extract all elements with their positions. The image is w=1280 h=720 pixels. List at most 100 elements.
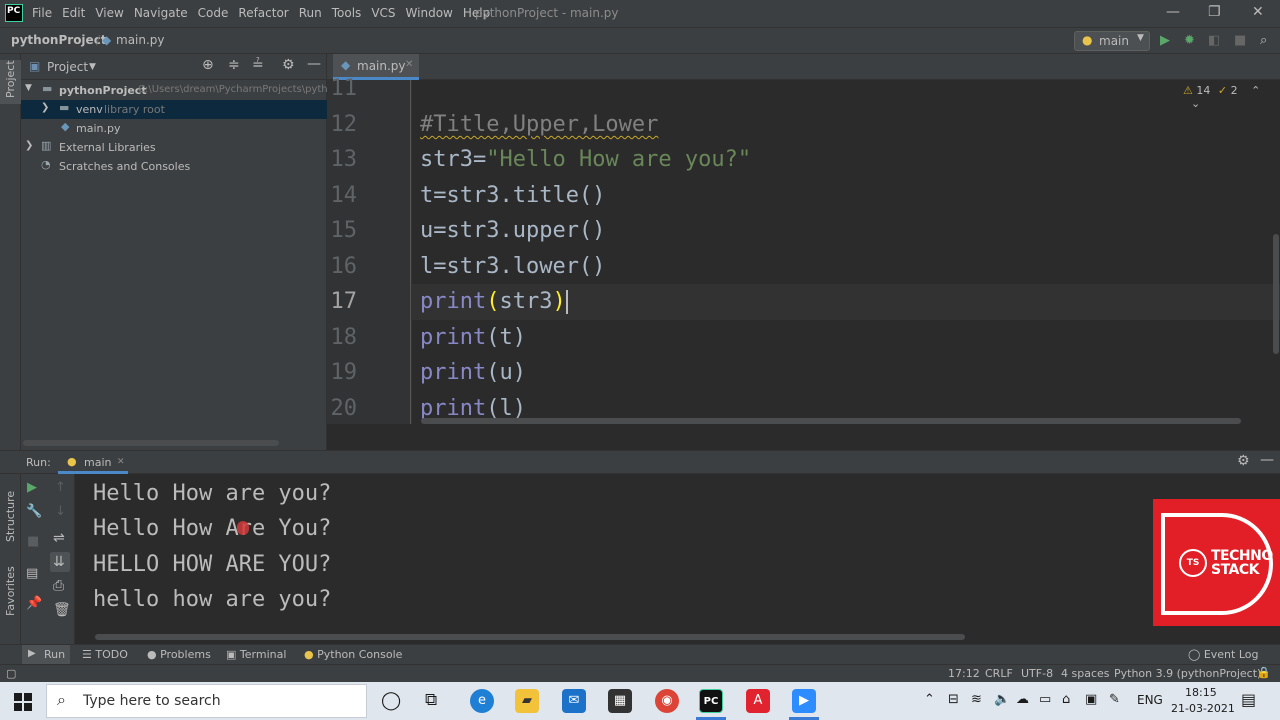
clock-time[interactable]: 18:15 bbox=[1185, 686, 1217, 699]
collapse-all-icon[interactable]: ≟ bbox=[252, 57, 264, 73]
menu-file[interactable]: File bbox=[32, 6, 52, 20]
menu-vcs[interactable]: VCS bbox=[371, 6, 395, 20]
chevron-up-icon[interactable]: ⌃ bbox=[1251, 84, 1260, 97]
tab-problems[interactable]: ● Problems bbox=[147, 648, 211, 661]
chevron-down-icon[interactable]: ⌄ bbox=[1191, 97, 1200, 110]
hide-panel-icon[interactable]: — bbox=[307, 56, 321, 72]
file-encoding[interactable]: UTF-8 bbox=[1021, 667, 1053, 680]
show-hidden-icons-icon[interactable]: ⌃ bbox=[924, 692, 935, 707]
pen-icon[interactable]: ✎ bbox=[1109, 692, 1120, 707]
code-line[interactable]: l=str3.lower() bbox=[420, 254, 605, 279]
security-icon[interactable]: ▣ bbox=[1085, 692, 1097, 707]
wrench-icon[interactable]: 🔧 bbox=[26, 504, 42, 519]
pin-icon[interactable]: 📌 bbox=[26, 596, 42, 611]
run-icon[interactable]: ▶ bbox=[1160, 33, 1170, 48]
gear-icon[interactable]: ⚙ bbox=[1237, 453, 1250, 469]
minimize-icon[interactable]: — bbox=[1166, 4, 1180, 20]
mail-icon[interactable]: ✉ bbox=[562, 689, 586, 713]
code-line[interactable]: print(t) bbox=[420, 325, 526, 350]
network-icon[interactable]: ⌂ bbox=[1062, 692, 1070, 707]
cortana-icon[interactable]: ◯ bbox=[381, 690, 401, 711]
locate-file-icon[interactable]: ⊕ bbox=[202, 57, 214, 73]
menu-navigate[interactable]: Navigate bbox=[134, 6, 188, 20]
windows-start-icon[interactable] bbox=[14, 693, 32, 711]
tray-app-icon[interactable]: ⊟ bbox=[948, 692, 959, 707]
tree-item-venv[interactable]: ❯ ▬ venv library root bbox=[21, 100, 327, 119]
menu-view[interactable]: View bbox=[95, 6, 123, 20]
toggle-tool-windows-icon[interactable]: ▢ bbox=[6, 667, 16, 680]
run-console[interactable]: Hello How are you? Hello How Are You? HE… bbox=[75, 474, 1280, 644]
file-explorer-icon[interactable]: ▰ bbox=[515, 689, 539, 713]
project-view-select[interactable]: Project bbox=[47, 60, 88, 74]
vertical-scrollbar[interactable] bbox=[1273, 234, 1279, 354]
indent-setting[interactable]: 4 spaces bbox=[1061, 667, 1110, 680]
zoom-icon[interactable]: ▶ bbox=[792, 689, 816, 713]
volume-icon[interactable]: 🔈 bbox=[994, 692, 1010, 707]
event-log-button[interactable]: ◯ Event Log bbox=[1188, 648, 1258, 661]
favorites-tool-tab[interactable]: Favorites bbox=[4, 566, 17, 616]
menu-tools[interactable]: Tools bbox=[332, 6, 362, 20]
menu-code[interactable]: Code bbox=[198, 6, 229, 20]
pycharm-taskbar-icon[interactable]: PC bbox=[699, 689, 723, 713]
menu-edit[interactable]: Edit bbox=[62, 6, 85, 20]
code-line[interactable]: print(str3) bbox=[420, 289, 568, 314]
tab-terminal[interactable]: ▣ Terminal bbox=[226, 648, 286, 661]
breadcrumb-file[interactable]: main.py bbox=[116, 33, 165, 47]
code-line[interactable]: u=str3.upper() bbox=[420, 218, 605, 243]
inspection-widget[interactable]: ⚠ 14 ✓ 2 ⌃ ⌄ bbox=[1183, 84, 1280, 110]
arrow-up-icon[interactable]: ↑ bbox=[55, 480, 66, 495]
close-window-icon[interactable]: ✕ bbox=[1252, 4, 1264, 20]
edge-icon[interactable]: e bbox=[470, 689, 494, 713]
language-indicator[interactable]: ENG bbox=[1137, 693, 1163, 707]
acrobat-icon[interactable]: A bbox=[746, 689, 770, 713]
notification-icon[interactable]: ▤ bbox=[1241, 690, 1256, 709]
horizontal-scrollbar[interactable] bbox=[95, 634, 965, 640]
tab-run[interactable]: ▶ Run bbox=[22, 645, 70, 665]
chrome-icon[interactable]: ◉ bbox=[655, 689, 679, 713]
search-everywhere-icon[interactable]: ⌕ bbox=[1260, 33, 1267, 48]
code-line[interactable]: str3="Hello How are you?" bbox=[420, 147, 751, 172]
code-line[interactable]: #Title,Upper,Lower bbox=[420, 112, 658, 137]
layout-icon[interactable]: ▤ bbox=[26, 566, 38, 581]
store-icon[interactable]: ▦ bbox=[608, 689, 632, 713]
soft-wrap-icon[interactable]: ⇌ bbox=[53, 530, 65, 546]
trash-icon[interactable]: 🗑 bbox=[53, 602, 71, 618]
taskbar-search-input[interactable]: ⌕ Type here to search bbox=[46, 684, 367, 718]
tree-item-pythonproject[interactable]: ▼ ▬ pythonProject C:\Users\dream\Pycharm… bbox=[21, 81, 328, 100]
tab-python-console[interactable]: ● Python Console bbox=[304, 648, 402, 661]
onedrive-icon[interactable]: ☁ bbox=[1016, 692, 1029, 707]
coverage-icon[interactable]: ◧ bbox=[1208, 33, 1220, 48]
scroll-to-end-icon[interactable]: ⇊ bbox=[53, 554, 65, 570]
stop-icon[interactable]: ■ bbox=[1234, 33, 1246, 48]
debug-icon[interactable]: ✹ bbox=[1184, 33, 1195, 48]
horizontal-scrollbar[interactable] bbox=[421, 418, 1241, 424]
code-line[interactable]: t=str3.title() bbox=[420, 183, 605, 208]
caret-position[interactable]: 17:12 bbox=[948, 667, 980, 680]
line-separator[interactable]: CRLF bbox=[985, 667, 1013, 680]
tree-item-scratches[interactable]: ◔ Scratches and Consoles bbox=[21, 157, 327, 176]
tree-item-main-py[interactable]: ◆ main.py bbox=[21, 119, 327, 138]
structure-tool-tab[interactable]: Structure bbox=[4, 491, 17, 542]
run-tab-main[interactable]: ● main ✕ bbox=[58, 451, 128, 474]
interpreter-select[interactable]: Python 3.9 (pythonProject) bbox=[1114, 667, 1261, 680]
print-icon[interactable]: ⎙ bbox=[53, 578, 64, 594]
task-view-icon[interactable]: ⧉ bbox=[425, 690, 437, 710]
code-line[interactable]: print(u) bbox=[420, 360, 526, 385]
tab-todo[interactable]: ☰ TODO bbox=[82, 648, 128, 661]
run-config-select[interactable]: ● main ▼ bbox=[1074, 31, 1150, 51]
hide-panel-icon[interactable]: — bbox=[1260, 452, 1274, 468]
arrow-down-icon[interactable]: ↓ bbox=[55, 504, 66, 519]
clock-date[interactable]: 21-03-2021 bbox=[1171, 702, 1235, 715]
wifi-icon[interactable]: ≋ bbox=[971, 692, 982, 707]
menu-window[interactable]: Window bbox=[406, 6, 453, 20]
lock-icon[interactable]: 🔒 bbox=[1257, 666, 1271, 679]
battery-icon[interactable]: ▭ bbox=[1039, 692, 1051, 707]
stop-icon[interactable]: ■ bbox=[27, 534, 39, 549]
rerun-icon[interactable]: ▶ bbox=[27, 480, 37, 495]
horizontal-scrollbar[interactable] bbox=[23, 440, 279, 446]
menu-run[interactable]: Run bbox=[299, 6, 322, 20]
menu-refactor[interactable]: Refactor bbox=[238, 6, 288, 20]
close-tab-icon[interactable]: ✕ bbox=[117, 457, 125, 467]
gear-icon[interactable]: ⚙ bbox=[282, 57, 295, 73]
breadcrumb-project[interactable]: pythonProject bbox=[11, 33, 107, 47]
